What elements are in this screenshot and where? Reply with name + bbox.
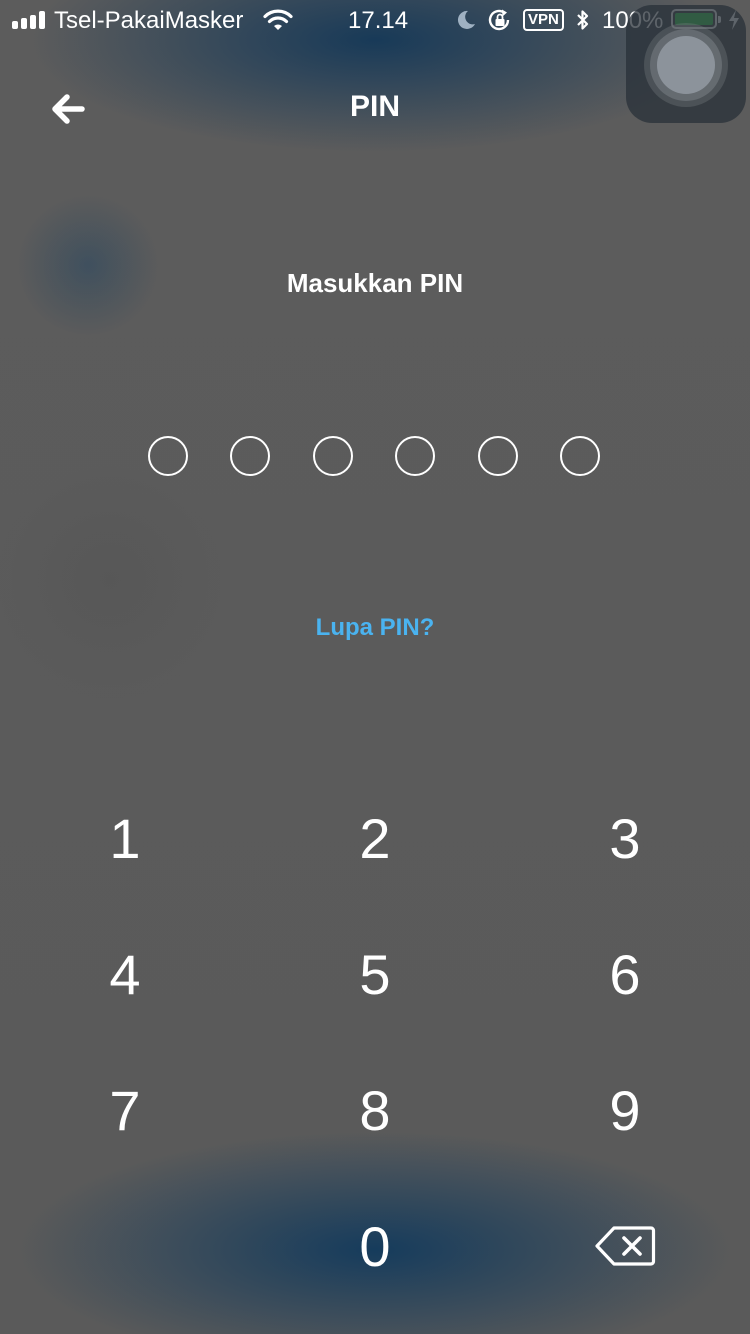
wifi-icon <box>263 9 293 36</box>
page-title: PIN <box>349 90 400 123</box>
pin-dot <box>560 436 600 476</box>
status-time: 17.14 <box>348 7 409 34</box>
forgot-pin-link[interactable]: Lupa PIN? <box>316 614 435 641</box>
pin-dot <box>395 436 435 476</box>
vpn-badge: VPN <box>523 9 564 31</box>
key-7[interactable]: 7 <box>0 1042 250 1178</box>
key-9[interactable]: 9 <box>500 1042 750 1178</box>
key-2[interactable]: 2 <box>250 770 500 906</box>
key-0[interactable]: 0 <box>250 1178 500 1314</box>
moon-icon <box>455 9 477 36</box>
numeric-keypad: 1 2 3 4 5 6 7 8 9 0 <box>0 770 750 1320</box>
bluetooth-icon <box>575 8 591 37</box>
pin-dot <box>313 436 353 476</box>
key-8[interactable]: 8 <box>250 1042 500 1178</box>
key-3[interactable]: 3 <box>500 770 750 906</box>
pin-dot <box>230 436 270 476</box>
pin-dot <box>478 436 518 476</box>
key-4[interactable]: 4 <box>0 906 250 1042</box>
rotation-lock-icon <box>487 8 513 37</box>
forgot-pin-row: Lupa PIN? <box>0 614 750 642</box>
key-1[interactable]: 1 <box>0 770 250 906</box>
carrier-name: Tsel-PakaiMasker <box>54 7 244 34</box>
pin-prompt: Masukkan PIN <box>286 268 464 298</box>
delete-button[interactable] <box>500 1178 750 1314</box>
backspace-icon <box>595 1226 656 1266</box>
key-5[interactable]: 5 <box>250 906 500 1042</box>
signal-icon <box>12 11 46 29</box>
pin-dot <box>148 436 188 476</box>
pin-indicator <box>148 436 604 478</box>
key-6[interactable]: 6 <box>500 906 750 1042</box>
